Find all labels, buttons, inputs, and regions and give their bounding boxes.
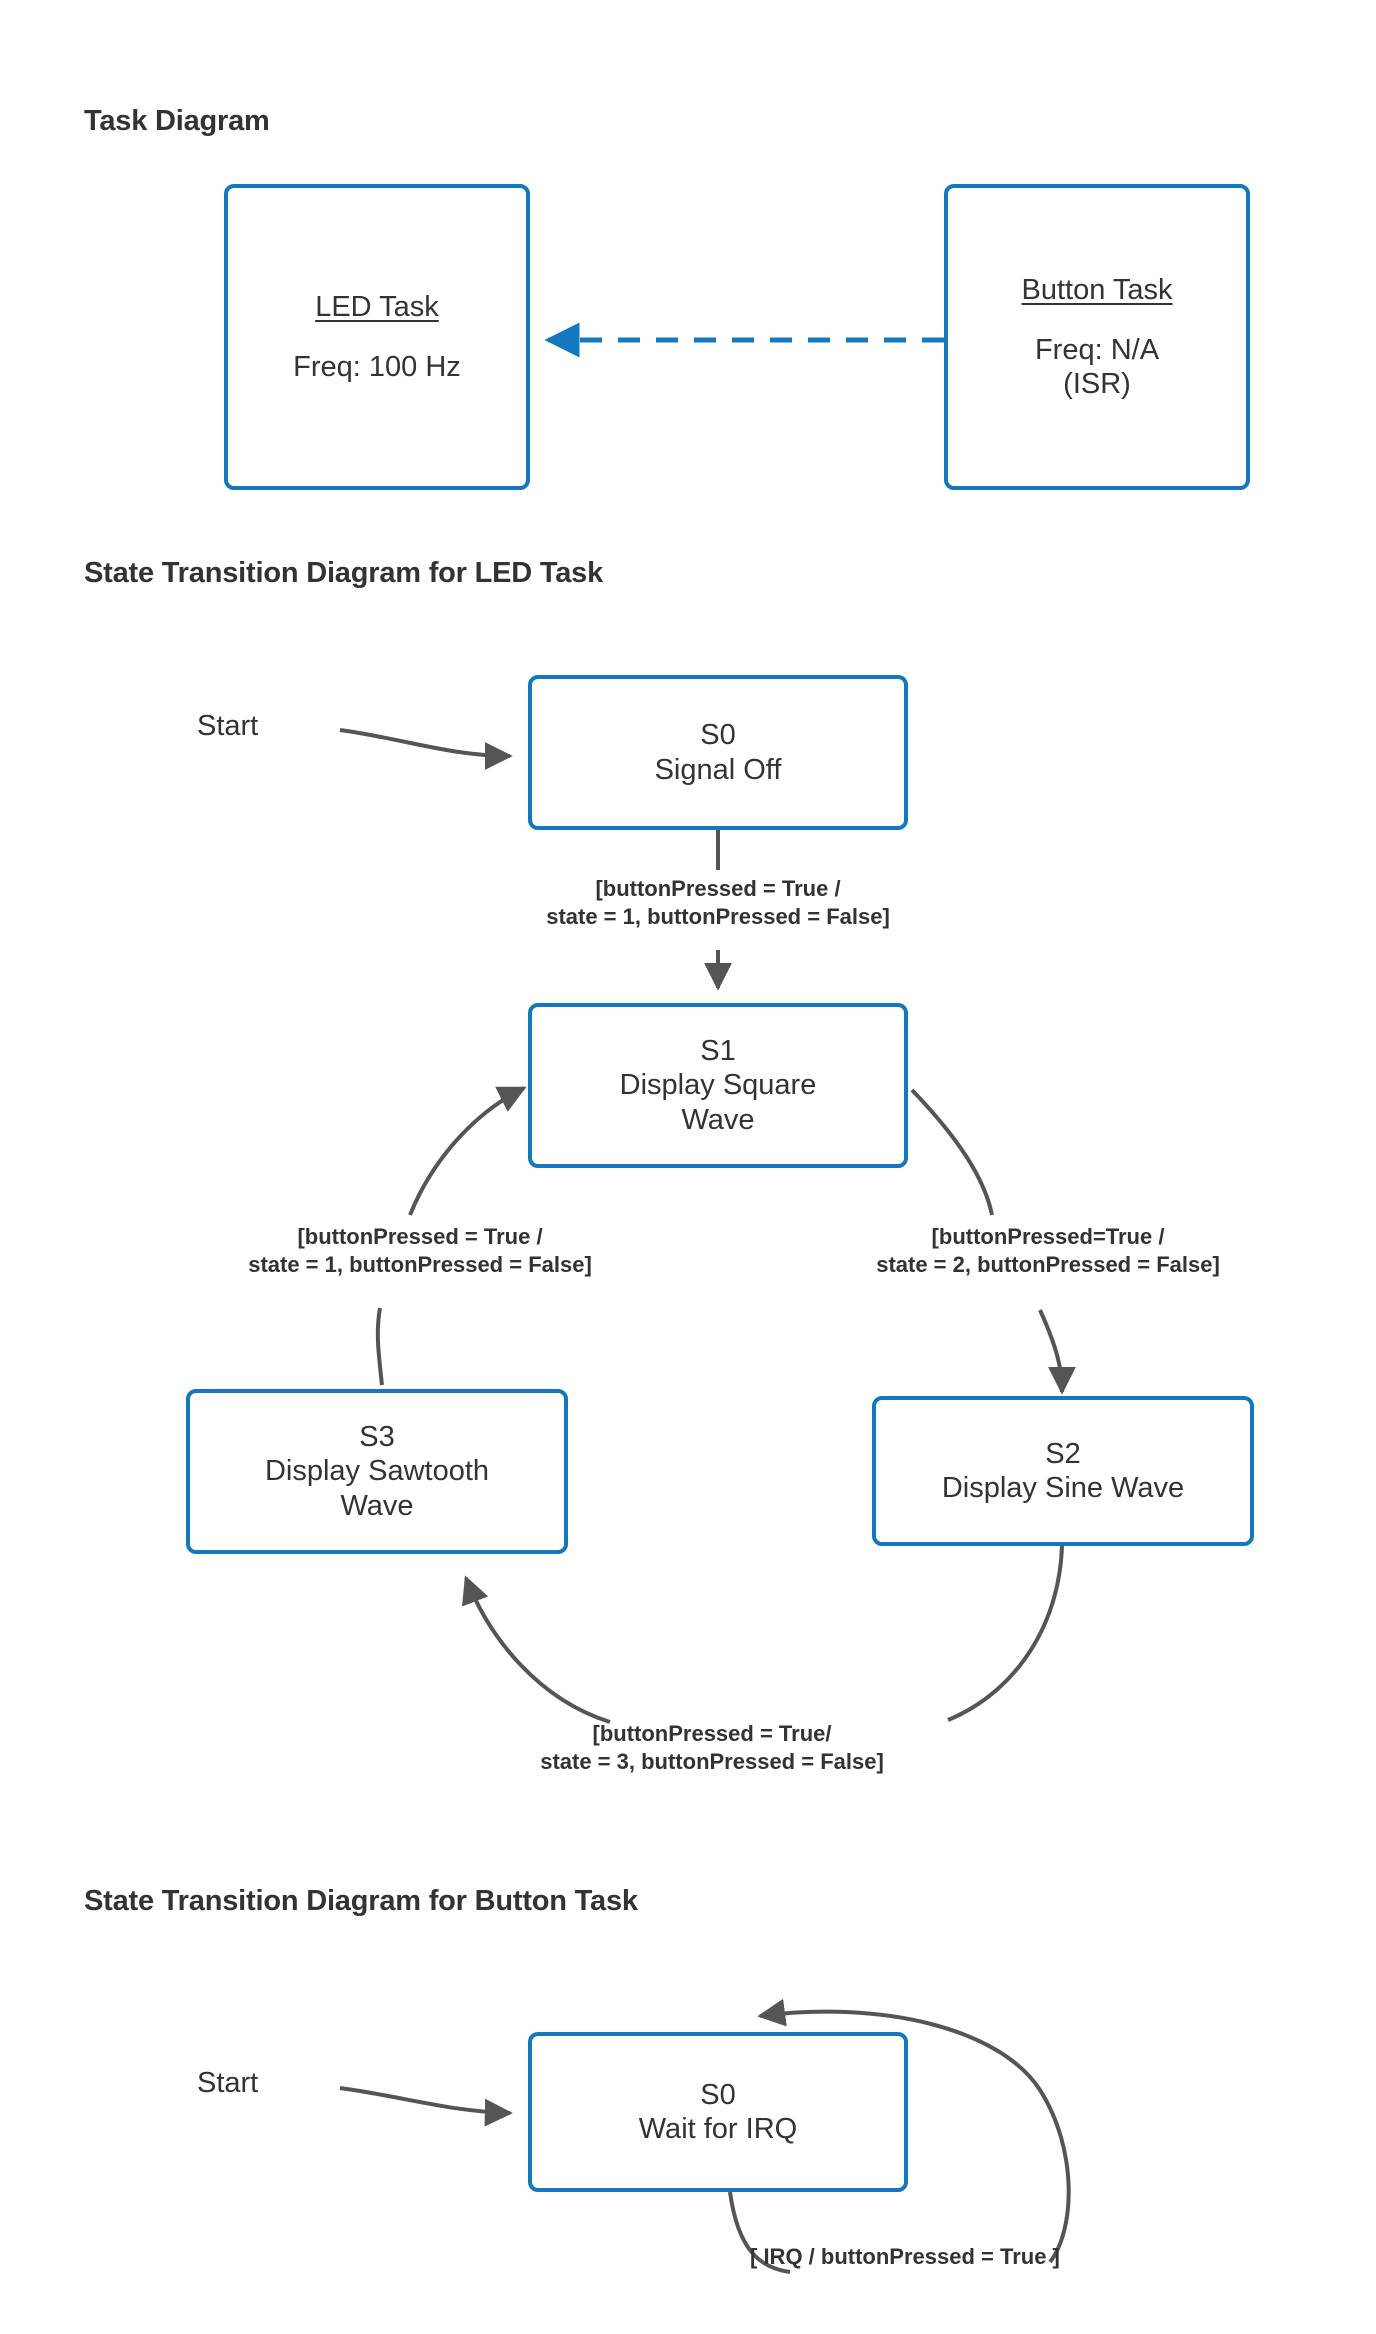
node-led-s0-id: S0 [700,719,736,752]
edge-label-s0-to-s1-line2: state = 1, buttonPressed = False] [546,904,890,930]
edge-label-s2-to-s3: [buttonPressed = True/ state = 3, button… [540,1720,884,1776]
edge-label-s3-to-s1-line2: state = 1, buttonPressed = False] [248,1252,592,1278]
edge-label-s0-to-s1-line1: [buttonPressed = True / [595,876,841,901]
led-state-diagram-title: State Transition Diagram for LED Task [84,557,604,589]
node-led-s3-id: S3 [359,1421,395,1454]
node-button-task-title: Button Task [1021,273,1173,306]
node-led-s1[interactable]: S1 Display Square Wave [528,1003,908,1168]
edge-label-s0-self-loop-text: [ IRQ / buttonPressed = True ] [750,2244,1060,2269]
node-button-task[interactable]: Button Task Freq: N/A (ISR) [944,184,1250,490]
node-button-s0[interactable]: S0 Wait for IRQ [528,2032,908,2192]
edge-start-to-s0-led [339,728,513,770]
button-state-diagram-title: State Transition Diagram for Button Task [84,1885,638,1917]
node-led-s3[interactable]: S3 Display Sawtooth Wave [186,1389,568,1554]
edge-label-s1-to-s2: [buttonPressed=True / state = 2, buttonP… [876,1223,1220,1279]
edge-label-s0-self-loop: [ IRQ / buttonPressed = True ] [750,2243,1060,2271]
node-led-s2-name: Display Sine Wave [941,1472,1185,1504]
edge-label-s3-to-s1-line1: [buttonPressed = True / [297,1224,543,1249]
edge-label-s3-to-s1: [buttonPressed = True / state = 1, butto… [248,1223,592,1279]
edge-label-s2-to-s3-line1: [buttonPressed = True/ [592,1721,832,1746]
node-led-s3-name-line1: Display Sawtooth [264,1455,490,1488]
edge-label-s0-to-s1: [buttonPressed = True / state = 1, butto… [546,875,890,931]
edge-label-s1-to-s2-line2: state = 2, buttonPressed = False] [876,1252,1220,1278]
led-start-label: Start [197,710,259,742]
node-led-task[interactable]: LED Task Freq: 100 Hz [224,184,530,490]
edge-start-to-s0-button [339,2086,513,2127]
node-led-s0[interactable]: S0 Signal Off [528,675,908,830]
node-led-s0-name: Signal Off [654,753,782,786]
node-led-s2-id: S2 [1045,1437,1081,1470]
diagram-canvas: Task Diagram LED Task Freq: 100 Hz Butto… [0,0,1376,2334]
node-led-s1-name-line1: Display Square [619,1069,817,1102]
node-button-task-detail-line2: (ISR) [1063,368,1131,401]
node-led-task-title: LED Task [315,290,439,323]
node-led-s2[interactable]: S2 Display Sine Wave [872,1396,1254,1546]
node-button-s0-id: S0 [700,2078,736,2111]
node-button-s0-name: Wait for IRQ [638,2113,798,2145]
node-led-s1-name-line2: Wave [681,1103,755,1136]
edge-label-s1-to-s2-line1: [buttonPressed=True / [931,1224,1165,1249]
button-start-label: Start [197,2067,259,2099]
node-button-task-detail-line1: Freq: N/A [1034,333,1160,366]
edge-s2-to-s3 [462,1544,1064,1724]
edge-label-s2-to-s3-line2: state = 3, buttonPressed = False] [540,1749,884,1775]
node-led-task-detail: Freq: 100 Hz [293,351,461,383]
task-diagram-title: Task Diagram [84,105,270,137]
node-led-s3-name-line2: Wave [340,1489,414,1522]
node-led-s1-id: S1 [700,1035,736,1068]
